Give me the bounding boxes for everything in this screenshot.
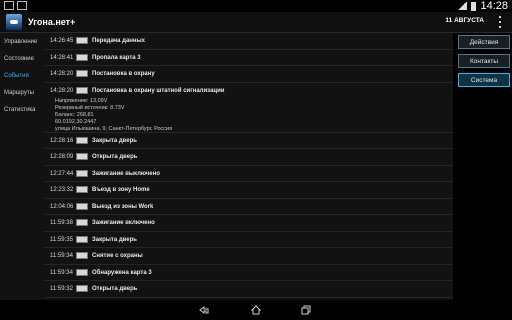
sidebar-item-events[interactable]: События bbox=[4, 73, 29, 79]
event-time: 12:04:06 bbox=[50, 203, 74, 210]
event-card-icon bbox=[76, 235, 88, 243]
action-bar: Угона.нет+ 11 АВГУСТА bbox=[0, 12, 512, 32]
event-card-icon bbox=[76, 186, 88, 193]
event-time: 11:59:38 bbox=[50, 220, 73, 226]
detail-coords: 60.0192,30.2447 bbox=[55, 118, 97, 125]
event-card-icon bbox=[76, 202, 88, 210]
event-card-icon bbox=[76, 86, 88, 94]
event-card-icon bbox=[76, 268, 88, 276]
list-item[interactable]: 12:27:44 Зажигание выключено bbox=[45, 166, 453, 182]
event-card-icon bbox=[76, 219, 88, 226]
app-title: Угона.нет+ bbox=[28, 17, 76, 27]
event-card-icon bbox=[76, 53, 88, 61]
event-time: 12:23:32 bbox=[50, 187, 74, 193]
battery-icon bbox=[471, 1, 477, 11]
event-time: 12:28:16 bbox=[50, 137, 74, 144]
event-label: Постановка в охрану штатной сигнализации bbox=[92, 87, 225, 94]
detail-address: улица Ильюшина, 9, Санкт-Петербург, Росс… bbox=[55, 125, 173, 132]
notification-icon bbox=[17, 1, 27, 10]
event-time: 12:27:44 bbox=[50, 170, 74, 177]
list-item[interactable]: 11:59:34 Обнаружена карта 3 bbox=[45, 265, 453, 281]
navigation-bar bbox=[0, 300, 512, 320]
clock: 14:28 bbox=[480, 0, 508, 12]
event-label: Обнаружена карта 3 bbox=[92, 269, 152, 276]
detail-voltage: Напряжение: 13,09V bbox=[55, 97, 108, 104]
date-label: 11 АВГУСТА bbox=[445, 17, 484, 24]
list-item[interactable]: 12:23:32 Въезд в зону Home bbox=[45, 182, 453, 199]
event-card-icon bbox=[76, 169, 88, 177]
recent-apps-icon[interactable] bbox=[301, 305, 311, 315]
event-card-icon bbox=[76, 37, 88, 44]
event-time: 11:59:32 bbox=[50, 286, 73, 292]
list-item[interactable]: 11:59:35 Закрыта дверь bbox=[45, 232, 453, 248]
status-bar: 14:28 bbox=[0, 0, 512, 12]
list-item[interactable]: 11:59:38 Зажигание включено bbox=[45, 215, 453, 232]
event-label: Пропала карта 3 bbox=[92, 54, 141, 61]
system-button[interactable]: Система bbox=[458, 73, 510, 87]
list-item[interactable]: 14:28:41 Пропала карта 3 bbox=[45, 50, 453, 66]
event-time: 11:59:34 bbox=[50, 269, 73, 276]
right-panel: Действия Контакты Система bbox=[453, 33, 512, 300]
event-label: Зажигание включено bbox=[92, 220, 155, 226]
status-right: 14:28 bbox=[457, 0, 512, 12]
event-label: Снятие с охраны bbox=[92, 253, 143, 259]
wifi-icon bbox=[457, 2, 468, 10]
list-item-expanded[interactable]: 14:28:20 Постановка в охрану штатной сиг… bbox=[45, 83, 453, 133]
back-icon[interactable] bbox=[199, 305, 209, 315]
event-label: Зажигание выключено bbox=[92, 170, 160, 177]
event-details: Напряжение: 13,09V Резервный источник: 8… bbox=[55, 98, 172, 133]
event-label: Передача данных bbox=[92, 38, 145, 44]
detail-backup: Резервный источник: 8.73V bbox=[55, 104, 125, 111]
event-label: Закрыта дверь bbox=[92, 236, 137, 243]
home-icon[interactable] bbox=[251, 305, 261, 315]
event-time: 14:28:20 bbox=[50, 87, 74, 94]
actions-button[interactable]: Действия bbox=[458, 35, 510, 49]
event-label: Въезд в зону Home bbox=[92, 187, 150, 193]
event-label: Постановка в охрану bbox=[92, 71, 155, 77]
car-shield-icon[interactable] bbox=[6, 14, 22, 30]
detail-balance: Баланс: 268,81 bbox=[55, 111, 94, 118]
list-item[interactable]: 12:04:06 Выезд из зоны Work bbox=[45, 199, 453, 215]
event-time: 11:59:35 bbox=[50, 236, 73, 243]
event-card-icon bbox=[76, 136, 88, 144]
event-card-icon bbox=[76, 285, 88, 292]
event-time: 14:28:20 bbox=[50, 71, 74, 77]
list-item[interactable]: 12:28:09 Открыта дверь bbox=[45, 149, 453, 166]
sidebar: Управление Состояние События Маршруты Ст… bbox=[0, 33, 45, 300]
sidebar-item-state[interactable]: Состояние bbox=[4, 56, 34, 62]
sidebar-item-statistics[interactable]: Статистика bbox=[4, 107, 36, 113]
event-time: 12:28:09 bbox=[50, 154, 74, 160]
event-label: Закрыта дверь bbox=[92, 137, 137, 144]
event-label: Открыта дверь bbox=[92, 286, 138, 292]
overflow-menu-icon[interactable] bbox=[499, 16, 502, 28]
list-item[interactable]: 14:28:20 Постановка в охрану bbox=[45, 66, 453, 83]
event-time: 14:26:45 bbox=[50, 38, 74, 44]
event-time: 14:28:41 bbox=[50, 54, 74, 61]
notification-icons bbox=[4, 1, 27, 10]
contacts-button[interactable]: Контакты bbox=[458, 54, 510, 68]
event-label: Выезд из зоны Work bbox=[92, 203, 154, 210]
event-time: 11:59:34 bbox=[50, 253, 73, 259]
event-card-icon bbox=[76, 252, 88, 259]
notification-icon bbox=[4, 1, 14, 10]
sidebar-item-control[interactable]: Управление bbox=[4, 39, 37, 45]
sidebar-item-routes[interactable]: Маршруты bbox=[4, 90, 34, 96]
list-item[interactable]: 11:59:34 Снятие с охраны bbox=[45, 248, 453, 265]
event-label: Открыта дверь bbox=[92, 154, 138, 160]
list-item[interactable]: 11:59:32 Открыта дверь bbox=[45, 281, 453, 298]
event-card-icon bbox=[76, 70, 88, 77]
list-item[interactable]: 12:28:16 Закрыта дверь bbox=[45, 133, 453, 149]
list-item[interactable]: 14:26:45 Передача данных bbox=[45, 33, 453, 50]
event-list[interactable]: 14:26:45 Передача данных 14:28:41 Пропал… bbox=[45, 33, 453, 300]
event-card-icon bbox=[76, 153, 88, 160]
